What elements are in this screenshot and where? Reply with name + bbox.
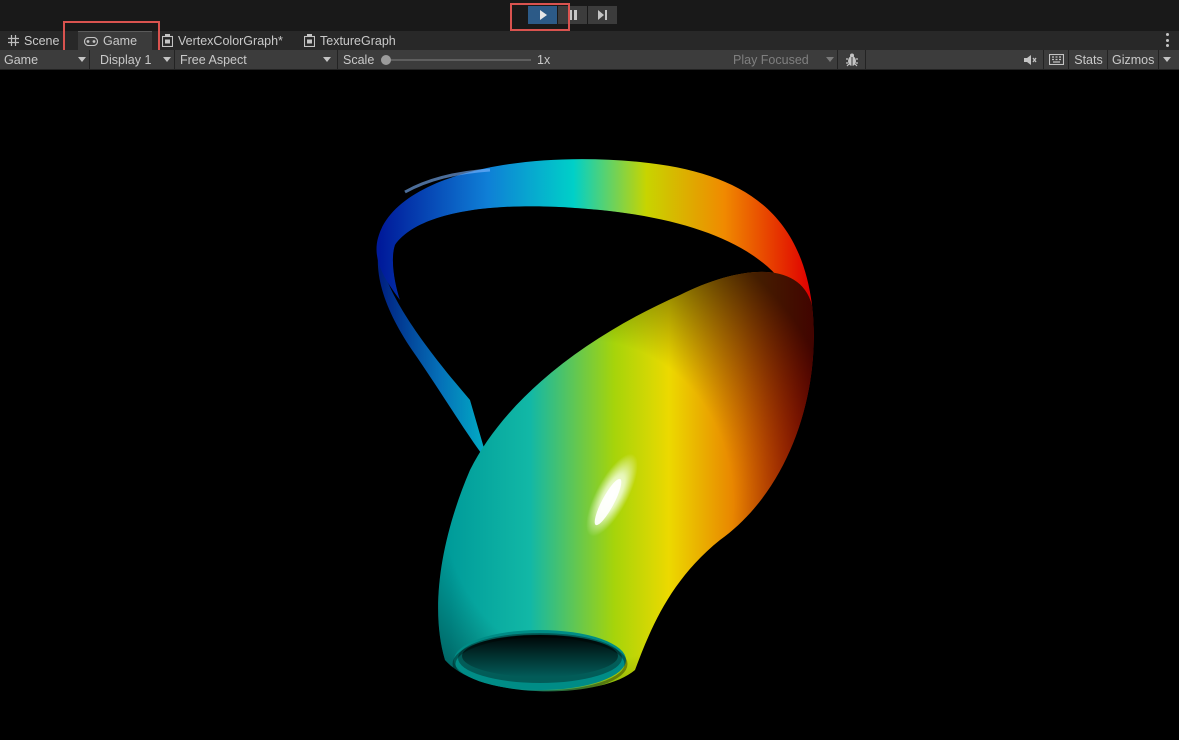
tab-game[interactable]: Game xyxy=(78,31,152,50)
debug-button[interactable] xyxy=(839,50,866,69)
editor-tab-bar: Scene Game VertexColorGraph* TextureGrap… xyxy=(0,31,1179,50)
chevron-down-icon xyxy=(1163,57,1171,62)
scale-label: Scale xyxy=(343,52,375,67)
tab-texturegraph[interactable]: TextureGraph xyxy=(296,31,406,50)
play-mode-bar xyxy=(0,0,1179,31)
keyboard-icon xyxy=(1049,54,1064,65)
mute-audio-icon xyxy=(1024,54,1037,65)
tab-label: VertexColorGraph* xyxy=(178,33,283,48)
gizmos-dropdown[interactable] xyxy=(1160,50,1179,69)
pause-icon xyxy=(568,10,577,20)
tab-scene[interactable]: Scene xyxy=(0,31,70,50)
tab-vertexcolorgraph[interactable]: VertexColorGraph* xyxy=(154,31,296,50)
step-button[interactable] xyxy=(588,6,617,24)
play-button[interactable] xyxy=(528,6,557,24)
chevron-down-icon xyxy=(163,57,171,62)
klein-bottle-render xyxy=(376,159,814,694)
keyboard-shortcuts-button[interactable] xyxy=(1045,50,1069,69)
scale-slider-handle[interactable] xyxy=(381,55,391,65)
chevron-down-icon xyxy=(826,57,834,62)
chevron-down-icon xyxy=(323,57,331,62)
gizmos-button[interactable]: Gizmos xyxy=(1109,50,1159,69)
pause-button[interactable] xyxy=(558,6,587,24)
graph-icon xyxy=(162,34,173,47)
tab-label: Scene xyxy=(24,33,60,48)
grid-icon xyxy=(8,35,19,46)
tab-label: TextureGraph xyxy=(320,33,396,48)
stats-label: Stats xyxy=(1074,52,1103,67)
play-focused-value: Play Focused xyxy=(733,52,809,67)
stats-button[interactable]: Stats xyxy=(1070,50,1108,69)
aspect-dropdown[interactable]: Free Aspect xyxy=(176,50,338,69)
graph-icon xyxy=(304,34,315,47)
gamepad-icon xyxy=(84,36,98,46)
scale-value: 1x xyxy=(537,52,551,67)
tab-label: Game xyxy=(103,34,138,48)
play-controls xyxy=(528,6,617,24)
game-viewport[interactable] xyxy=(0,70,1179,740)
mute-audio-button[interactable] xyxy=(1017,50,1044,69)
scale-slider-track[interactable] xyxy=(386,59,531,61)
view-mode-dropdown[interactable]: Game xyxy=(0,50,90,69)
chevron-down-icon xyxy=(78,57,86,62)
play-icon xyxy=(539,10,547,20)
view-mode-value: Game xyxy=(4,52,39,67)
display-value: Display 1 xyxy=(100,52,152,67)
bug-icon xyxy=(846,53,858,66)
game-view-toolbar: Game Display 1 Free Aspect Scale 1x Play… xyxy=(0,50,1179,70)
gizmos-label: Gizmos xyxy=(1112,52,1155,67)
step-icon xyxy=(598,10,607,20)
aspect-value: Free Aspect xyxy=(180,52,247,67)
tab-menu-kebab-icon[interactable] xyxy=(1165,33,1169,47)
play-focused-dropdown[interactable]: Play Focused xyxy=(726,50,838,69)
display-dropdown[interactable]: Display 1 xyxy=(91,50,175,69)
